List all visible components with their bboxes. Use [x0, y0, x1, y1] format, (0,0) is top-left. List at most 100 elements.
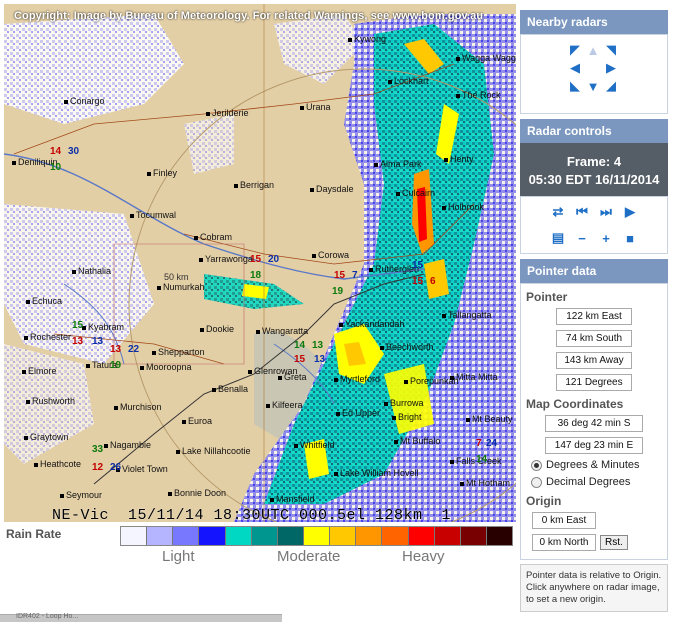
- taskbar-tab[interactable]: IDR402 - Loop Ho...: [16, 613, 78, 620]
- rain-rate-swatch: [486, 527, 513, 545]
- rain-rate-swatch: [408, 527, 435, 545]
- obs-value: 15: [250, 254, 262, 265]
- obs-value: 14: [294, 340, 306, 351]
- radio-selected-icon[interactable]: [531, 459, 542, 471]
- town-label: Jerilderie: [206, 108, 249, 118]
- toggle-loop-icon[interactable]: ⇄: [549, 203, 567, 221]
- rain-rate-swatch: [356, 527, 383, 545]
- town-label: Burrowa: [384, 398, 424, 408]
- town-label: Rushworth: [26, 396, 75, 406]
- radar-map[interactable]: Copyright: Image by Bureau of Meteorolog…: [4, 4, 516, 522]
- rain-rate-swatch: [147, 527, 174, 545]
- origin-east-value: 0 km East: [532, 512, 596, 529]
- obs-value: 7: [352, 270, 358, 281]
- decimal-degrees-option[interactable]: Decimal Degrees: [531, 476, 667, 488]
- play-icon[interactable]: ▶: [621, 203, 639, 221]
- southeast-arrow-icon[interactable]: ◢: [603, 78, 619, 94]
- town-label: Daysdale: [310, 184, 354, 194]
- obs-value: 33: [92, 444, 104, 455]
- town-label: Holbrook: [442, 202, 484, 212]
- rain-rate-swatch: [382, 527, 409, 545]
- stop-icon[interactable]: ■: [621, 229, 639, 247]
- south-arrow-icon[interactable]: ▼: [585, 78, 601, 94]
- pointer-distance-value: 143 km Away: [556, 352, 632, 369]
- town-label: Mansfield: [270, 494, 315, 504]
- center-icon: [585, 60, 601, 76]
- obs-value: 15: [72, 320, 84, 331]
- legend-heavy-label: Heavy: [402, 548, 445, 565]
- obs-value: 22: [128, 344, 140, 355]
- town-label: Lake William Hovell: [334, 468, 419, 478]
- east-arrow-icon[interactable]: ▶: [603, 60, 619, 76]
- obs-value: 10: [50, 162, 62, 173]
- town-label: Conargo: [64, 96, 105, 106]
- obs-value: 15: [334, 270, 346, 281]
- northwest-arrow-icon[interactable]: ◤: [567, 42, 583, 58]
- town-label: Alma Park: [374, 159, 422, 169]
- town-label: Culcairn: [396, 188, 435, 198]
- origin-north-value: 0 km North: [532, 534, 596, 551]
- obs-value: 12: [92, 462, 104, 473]
- rain-rate-swatch: [277, 527, 304, 545]
- town-label: Bright: [392, 412, 422, 422]
- degrees-minutes-option[interactable]: Degrees & Minutes: [531, 459, 667, 471]
- pointer-subheading: Pointer: [526, 290, 568, 304]
- north-arrow-icon: ▲: [586, 42, 600, 58]
- town-label: Henty: [444, 154, 474, 164]
- town-label: Lockhart: [388, 76, 429, 86]
- town-label: Tallangatta: [442, 310, 492, 320]
- obs-value: 19: [332, 286, 344, 297]
- town-label: Echuca: [26, 296, 62, 306]
- copyright-banner: Copyright: Image by Bureau of Meteorolog…: [14, 10, 484, 22]
- town-label: Lake Nillahcootie: [176, 446, 251, 456]
- town-label: Yackandandah: [339, 319, 404, 329]
- step-frame-icon[interactable]: ⏭: [597, 203, 615, 221]
- rain-rate-swatch: [330, 527, 357, 545]
- zoom-out-icon[interactable]: −: [573, 229, 591, 247]
- town-label: Finley: [147, 168, 177, 178]
- town-label: Greta: [278, 372, 307, 382]
- radar-control-buttons: ⇄ ⏮ ⏭ ▶ ▤ − + ■: [520, 196, 668, 254]
- rain-rate-swatch: [225, 527, 252, 545]
- northeast-arrow-icon[interactable]: ◥: [603, 42, 619, 58]
- town-label: Numurkah: [157, 282, 205, 292]
- reset-origin-button[interactable]: Rst.: [600, 535, 628, 550]
- obs-value: 15: [294, 354, 306, 365]
- pointer-bearing-value: 121 Degrees: [556, 374, 632, 391]
- town-label: The Rock: [456, 90, 501, 100]
- map-coordinates-subheading: Map Coordinates: [526, 397, 624, 411]
- town-label: Seymour: [60, 490, 102, 500]
- obs-value: 13: [312, 340, 324, 351]
- town-label: Tocumwal: [130, 210, 176, 220]
- town-label: Nagambie: [104, 440, 151, 450]
- town-label: Rochester: [24, 332, 71, 342]
- print-icon[interactable]: ▤: [549, 229, 567, 247]
- obs-value: 15: [412, 276, 424, 287]
- town-label: Beechworth: [380, 342, 434, 352]
- frame-display: Frame: 4 05:30 EDT 16/11/2014: [520, 143, 668, 196]
- town-label: Mooroopna: [140, 362, 192, 372]
- west-arrow-icon[interactable]: ◀: [567, 60, 583, 76]
- radar-controls-header: Radar controls: [520, 119, 668, 143]
- town-label: Mt Beauty: [466, 414, 513, 424]
- nearby-radars-header: Nearby radars: [520, 10, 668, 34]
- frame-number: Frame: 4: [566, 154, 622, 169]
- town-label: Corowa: [312, 250, 349, 260]
- obs-value: 6: [430, 276, 436, 287]
- radio-icon[interactable]: [531, 476, 542, 488]
- obs-value: 15: [412, 260, 424, 271]
- town-label: Euroa: [182, 416, 212, 426]
- pointer-east-value: 122 km East: [556, 308, 632, 325]
- town-label: Nathalia: [72, 266, 111, 276]
- range-ring-label: 50 km: [164, 272, 189, 282]
- zoom-in-icon[interactable]: +: [597, 229, 615, 247]
- town-label: Kilfeera: [266, 400, 303, 410]
- town-label: Benalla: [212, 384, 248, 394]
- obs-value: 7: [476, 438, 482, 449]
- southwest-arrow-icon[interactable]: ◣: [567, 78, 583, 94]
- side-panel: Nearby radars ◤ ▲ ◥ ◀ ▶ ◣ ▼ ◢ Radar cont…: [520, 10, 668, 612]
- rain-rate-swatch: [173, 527, 200, 545]
- first-frame-icon[interactable]: ⏮: [573, 203, 591, 221]
- town-label: Heathcote: [34, 459, 81, 469]
- town-label: Shepparton: [152, 347, 205, 357]
